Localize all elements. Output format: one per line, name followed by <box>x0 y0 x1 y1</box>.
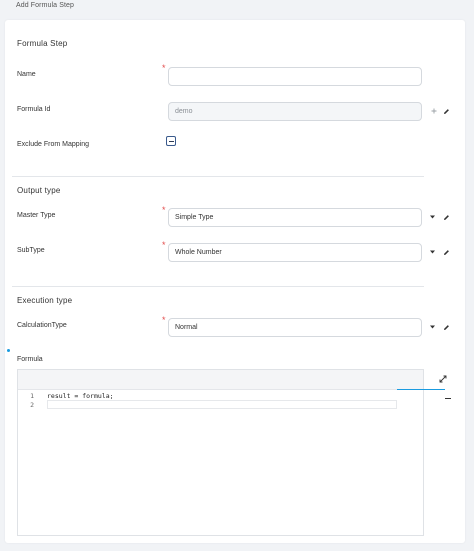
pencil-icon[interactable] <box>442 248 450 256</box>
editor-toolbar <box>18 370 447 390</box>
chevron-down-icon[interactable] <box>428 213 436 221</box>
exclude-from-mapping-checkbox[interactable] <box>166 136 176 146</box>
section-title-formula-step: Formula Step <box>17 39 68 48</box>
master-type-label: Master Type <box>17 212 56 219</box>
pencil-icon[interactable] <box>442 107 450 115</box>
name-label: Name <box>17 71 36 78</box>
section-divider <box>12 286 424 287</box>
chevron-down-icon[interactable] <box>428 323 436 331</box>
formula-editor[interactable]: 1 result = formula; 2 <box>17 369 447 536</box>
subtype-label: SubType <box>17 247 45 254</box>
line-number: 2 <box>30 400 34 409</box>
line-number: 1 <box>30 391 34 400</box>
formula-id-input: demo <box>168 102 422 121</box>
required-marker: * <box>162 315 166 325</box>
code-line: 2 <box>18 400 398 409</box>
editor-scroll-indicator <box>397 389 445 390</box>
calculation-type-select[interactable]: Normal <box>168 318 422 337</box>
calculation-type-label: CalculationType <box>17 322 67 329</box>
pencil-icon[interactable] <box>442 213 450 221</box>
scrollbar-marker <box>445 398 451 399</box>
master-type-select[interactable]: Simple Type <box>168 208 422 227</box>
formula-label: Formula <box>17 356 43 363</box>
section-title-output-type: Output type <box>17 186 61 195</box>
focus-indicator-dot <box>7 349 10 352</box>
indeterminate-icon <box>168 140 174 142</box>
required-marker: * <box>162 63 166 73</box>
code-area[interactable]: 1 result = formula; 2 <box>18 391 398 411</box>
pencil-icon[interactable] <box>442 323 450 331</box>
chevron-down-icon[interactable] <box>428 248 436 256</box>
formula-id-label: Formula Id <box>17 106 51 113</box>
required-marker: * <box>162 205 166 215</box>
code-text: result = formula; <box>47 391 114 400</box>
required-marker: * <box>162 240 166 250</box>
subtype-select[interactable]: Whole Number <box>168 243 422 262</box>
section-divider <box>12 176 424 177</box>
code-line: 1 result = formula; <box>18 391 398 400</box>
name-input[interactable] <box>168 67 422 86</box>
page-title: Add Formula Step <box>16 2 75 9</box>
plus-icon[interactable] <box>430 107 438 115</box>
expand-icon[interactable] <box>439 375 447 383</box>
exclude-from-mapping-label: Exclude From Mapping <box>17 141 89 148</box>
section-title-execution-type: Execution type <box>17 296 73 305</box>
